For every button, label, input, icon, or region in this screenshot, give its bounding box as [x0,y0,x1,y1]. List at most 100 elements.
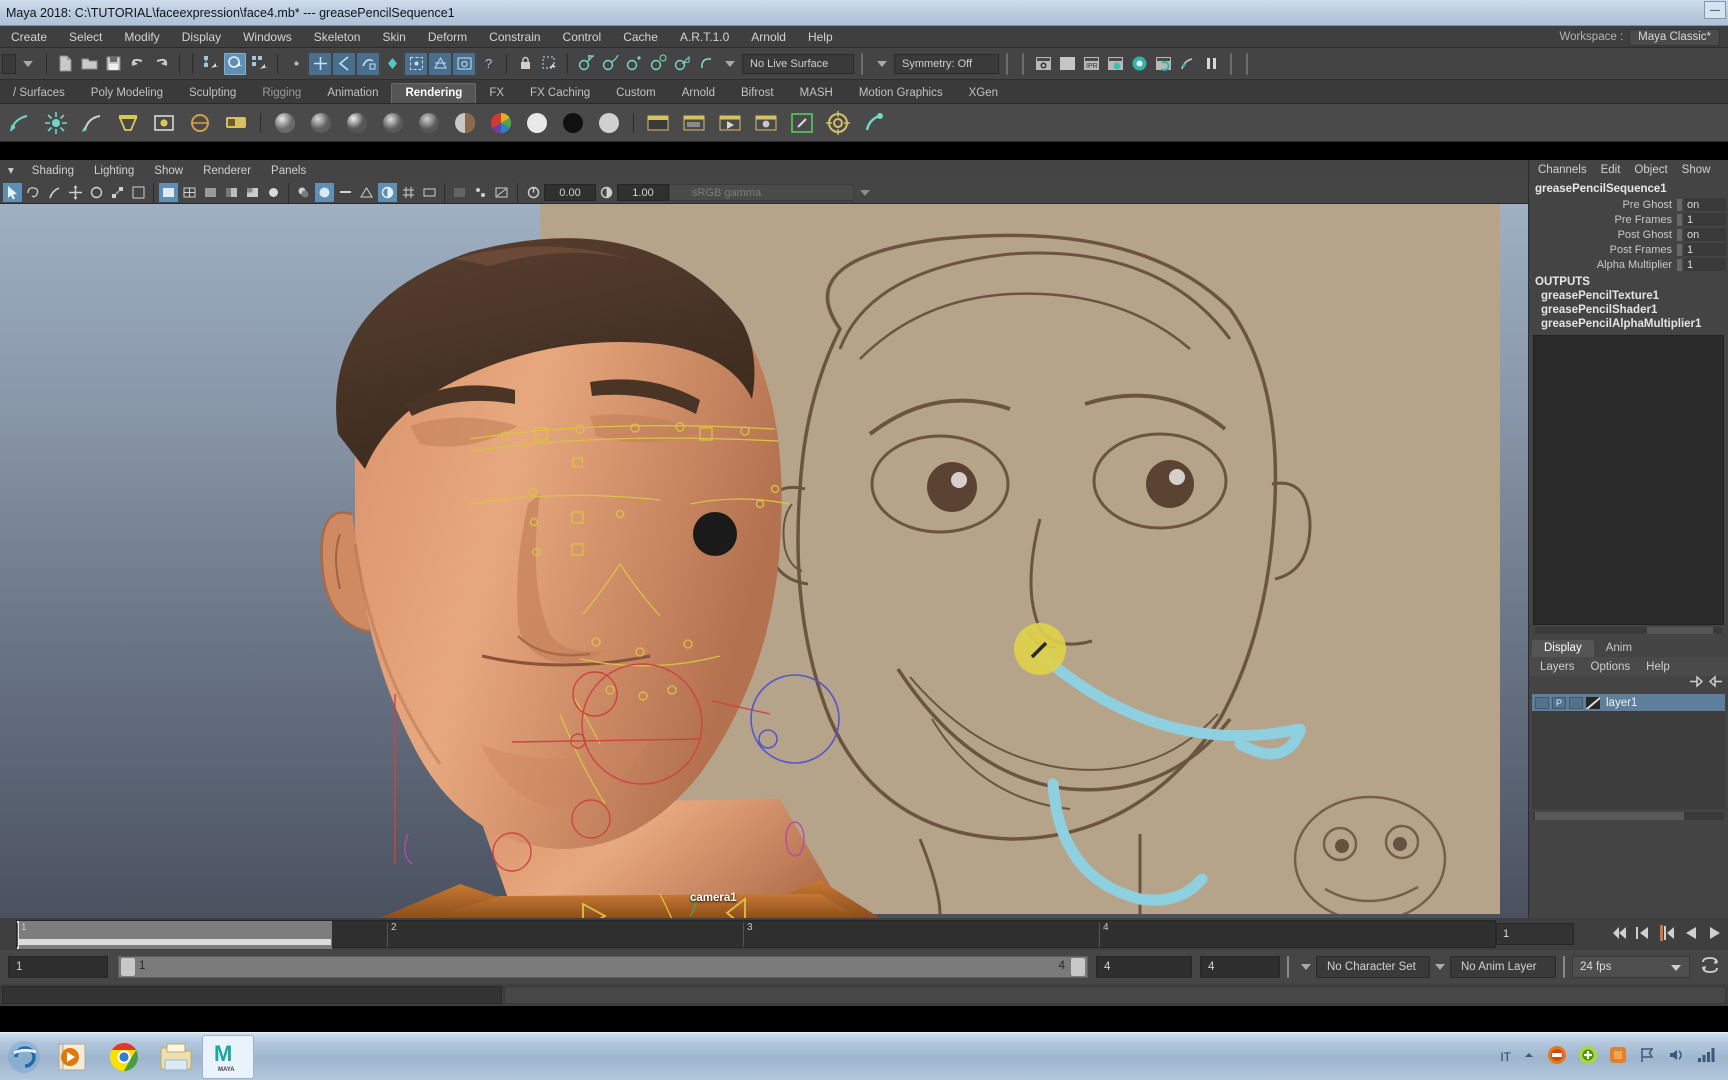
render-settings-icon[interactable] [1104,53,1126,75]
panel-menu-show[interactable]: Show [144,160,193,182]
workspace-selector[interactable]: Workspace : Maya Classic* [1559,26,1720,48]
panel-menu-shading[interactable]: Shading [22,160,84,182]
xray-joints-icon[interactable] [471,183,490,202]
shelf-ramp-shader-icon[interactable] [449,107,481,139]
shelf-grey-sphere-icon[interactable] [593,107,625,139]
panel-menu-renderer[interactable]: Renderer [193,160,261,182]
shelf-shader-manager-icon[interactable] [220,107,252,139]
time-slider[interactable]: 1 2 3 4 1 [0,918,1728,950]
select-hull-icon[interactable] [429,52,451,75]
live-surface-field[interactable]: No Live Surface [742,53,854,74]
channel-menu-show[interactable]: Show [1675,164,1718,176]
undo-icon[interactable] [126,53,148,75]
shelf-render-sequence-icon[interactable] [678,107,710,139]
menu-item-control[interactable]: Control [552,26,613,48]
color-space-dropdown[interactable]: sRGB gamma [669,184,854,201]
tray-updater-icon[interactable] [1578,1045,1598,1070]
lasso-tool-icon[interactable] [24,183,43,202]
layer-name-label[interactable]: layer1 [1603,697,1637,709]
select-uv-icon[interactable] [381,53,403,75]
smooth-shade-icon[interactable] [159,183,178,202]
menu-item-display[interactable]: Display [171,26,232,48]
attribute-grip[interactable] [1677,243,1682,256]
layer-visibility-toggle[interactable] [1535,696,1549,709]
color-management-icon[interactable] [378,183,397,202]
shelf-tab-mash[interactable]: MASH [787,84,846,103]
attribute-grip[interactable] [1677,198,1682,211]
shelf-color-wheel-icon[interactable] [485,107,517,139]
attribute-grip[interactable] [1677,213,1682,226]
lighting-display-icon[interactable] [264,183,283,202]
shelf-phonge-sphere-icon[interactable] [377,107,409,139]
panel-menu-panels[interactable]: Panels [261,160,316,182]
menu-item-art[interactable]: A.R.T.1.0 [669,26,740,48]
attribute-row-alpha-multiplier[interactable]: Alpha Multiplier 1 [1529,257,1728,272]
shadow-toggle-icon[interactable] [294,183,313,202]
channel-menu-object[interactable]: Object [1627,164,1674,176]
shade-options-icon[interactable] [222,183,241,202]
shelf-tab-arnold[interactable]: Arnold [669,84,728,103]
render-view-icon[interactable] [1152,53,1174,75]
channel-menu-channels[interactable]: Channels [1531,164,1594,176]
select-by-object-icon[interactable] [224,52,246,75]
range-slider-bar[interactable]: 1 4 [118,956,1088,978]
new-layer-from-selection-icon[interactable] [1708,675,1724,693]
shelf-hardware-render-icon[interactable] [750,107,782,139]
menu-item-select[interactable]: Select [58,26,113,48]
redo-icon[interactable] [150,53,172,75]
step-back-frame-icon[interactable] [1658,922,1676,944]
attribute-row-pre-ghost[interactable]: Pre Ghost on [1529,197,1728,212]
make-live-icon[interactable] [695,53,717,75]
tray-action-center-icon[interactable] [1638,1046,1656,1069]
motion-blur-icon[interactable] [336,183,355,202]
layer-playback-toggle[interactable]: P [1552,696,1566,709]
shelf-phong-sphere-icon[interactable] [341,107,373,139]
save-scene-icon[interactable] [102,53,124,75]
layer-reference-toggle[interactable] [1569,696,1583,709]
menuset-box[interactable] [2,53,16,74]
gamma-field[interactable]: 1.00 [617,184,669,201]
menu-item-modify[interactable]: Modify [113,26,170,48]
exposure-reset-icon[interactable] [524,183,543,202]
viewport-camera1[interactable]: camera1 [0,204,1528,918]
layer-color-swatch[interactable] [1586,696,1600,709]
snap-view-plane-icon[interactable] [671,53,693,75]
new-scene-icon[interactable] [54,53,76,75]
shelf-paint-effects-icon[interactable] [858,107,890,139]
command-input[interactable] [2,986,502,1004]
snap-point-icon[interactable] [623,53,645,75]
move-tool-icon[interactable] [66,183,85,202]
shelf-lambert-sphere-icon[interactable] [269,107,301,139]
shelf-anisotropic-sphere-icon[interactable] [413,107,445,139]
symmetry-dropdown-icon[interactable] [871,53,893,75]
channel-box-scrollbar[interactable] [1535,627,1722,634]
redo-render-icon[interactable] [1056,53,1078,75]
playback-end-field[interactable]: 4 [1200,956,1280,978]
attribute-row-pre-frames[interactable]: Pre Frames 1 [1529,212,1728,227]
play-backwards-icon[interactable] [1682,922,1700,944]
snap-curve-icon[interactable] [599,53,621,75]
output-grease-pencil-shader[interactable]: greasePencilShader1 [1529,303,1728,317]
gamma-reset-icon[interactable] [597,183,616,202]
ipr-render-icon[interactable]: IPR [1080,53,1102,75]
attribute-grip[interactable] [1677,228,1682,241]
shelf-tab-surfaces[interactable]: / Surfaces [0,84,78,103]
shelf-ambient-light-icon[interactable] [4,107,36,139]
select-image-plane-icon[interactable] [453,52,475,75]
play-forwards-icon[interactable] [1706,922,1724,944]
shelf-directional-light-icon[interactable] [40,107,72,139]
tab-display-layers[interactable]: Display [1532,640,1594,657]
layer-menu-layers[interactable]: Layers [1532,661,1583,673]
attribute-value[interactable]: 1 [1684,243,1726,256]
menu-item-arnold[interactable]: Arnold [740,26,797,48]
shelf-tab-animation[interactable]: Animation [314,84,391,103]
shelf-tab-bifrost[interactable]: Bifrost [728,84,787,103]
attribute-row-post-frames[interactable]: Post Frames 1 [1529,242,1728,257]
select-by-hierarchy-icon[interactable] [200,53,222,75]
rotate-tool-icon[interactable] [87,183,106,202]
paint-select-icon[interactable] [45,183,64,202]
tray-volume-icon[interactable] [1667,1046,1685,1069]
open-scene-icon[interactable] [78,53,100,75]
symmetry-field[interactable]: Symmetry: Off [894,53,999,74]
attribute-value[interactable]: on [1684,228,1726,241]
